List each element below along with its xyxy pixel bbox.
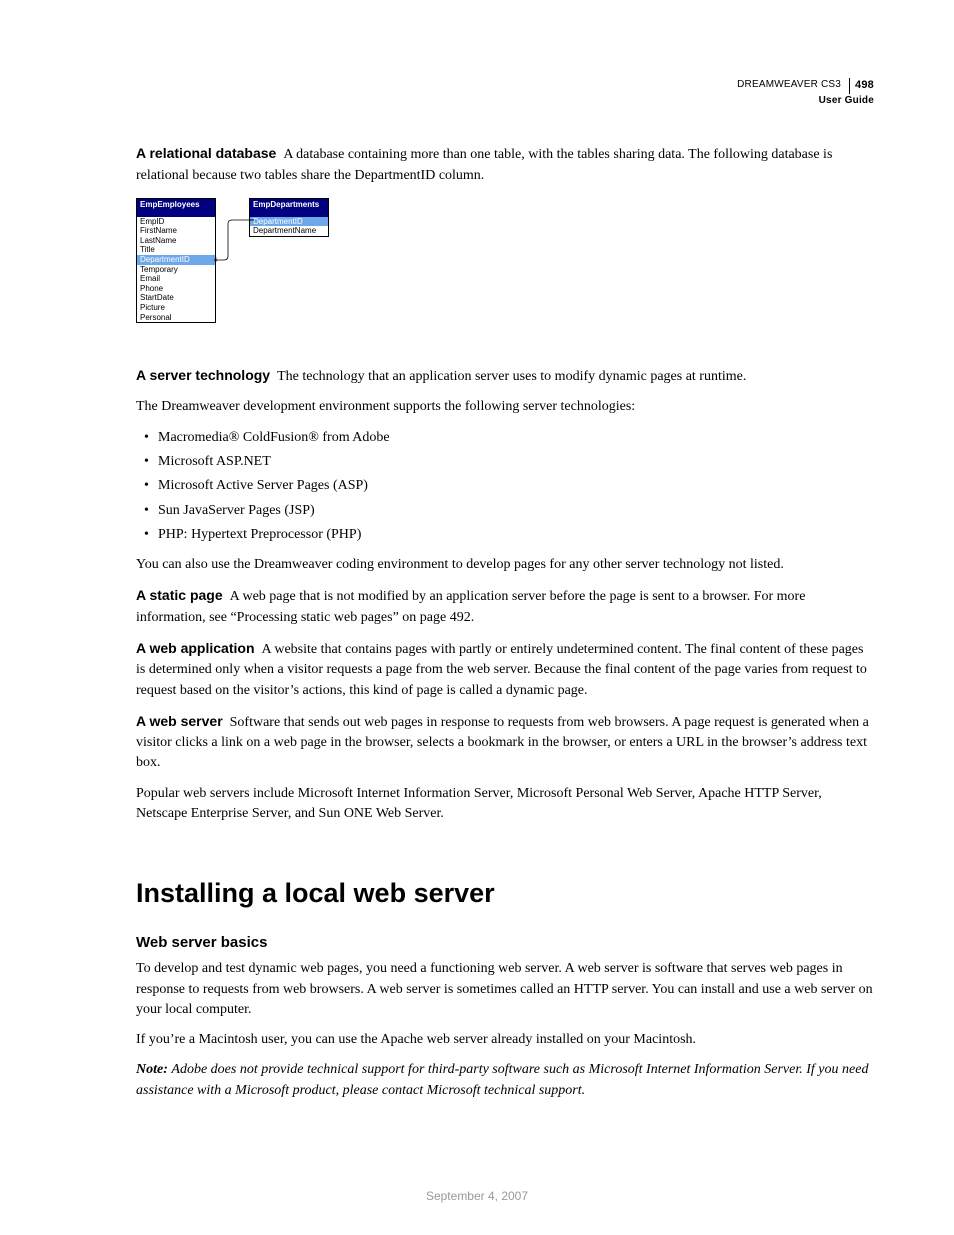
note-label: Note: — [136, 1062, 168, 1077]
web-server-followup: Popular web servers include Microsoft In… — [136, 784, 874, 825]
note-paragraph: Note: Adobe does not provide technical s… — [136, 1060, 874, 1101]
table-fields: DepartmentIDDepartmentName — [250, 217, 328, 236]
server-tech-intro: The Dreamweaver development environment … — [136, 397, 874, 417]
table-field: EmpID — [137, 217, 215, 227]
header-subtitle: User Guide — [136, 94, 874, 109]
table-field: DepartmentID — [137, 255, 215, 265]
header-product: DREAMWEAVER CS3 — [737, 79, 841, 90]
def-web-application: A web application A website that contain… — [136, 638, 874, 701]
basics-paragraph-2: If you’re a Macintosh user, you can use … — [136, 1030, 874, 1050]
def-relational-database: A relational database A database contain… — [136, 143, 874, 186]
table-field: LastName — [137, 236, 215, 246]
table-fields: EmpIDFirstNameLastNameTitleDepartmentIDT… — [137, 217, 215, 323]
list-item: Macromedia® ColdFusion® from Adobe — [136, 428, 874, 448]
basics-paragraph-1: To develop and test dynamic web pages, y… — [136, 959, 874, 1020]
table-field: Email — [137, 274, 215, 284]
list-item: Sun JavaServer Pages (JSP) — [136, 501, 874, 521]
list-item: Microsoft Active Server Pages (ASP) — [136, 476, 874, 496]
table-title: EmpEmployees — [137, 199, 215, 211]
list-item: PHP: Hypertext Preprocessor (PHP) — [136, 525, 874, 545]
term: A static page — [136, 587, 223, 603]
term: A web application — [136, 640, 255, 656]
def-text: The technology that an application serve… — [277, 369, 746, 384]
table-field: StartDate — [137, 293, 215, 303]
def-text: A web page that is not modified by an ap… — [136, 589, 805, 624]
table-field: Personal — [137, 313, 215, 323]
def-static-page: A static page A web page that is not mod… — [136, 585, 874, 628]
table-title: EmpDepartments — [250, 199, 328, 211]
table-field: Picture — [137, 303, 215, 313]
footer-date: September 4, 2007 — [0, 1188, 954, 1205]
term: A web server — [136, 713, 223, 729]
note-text: Adobe does not provide technical support… — [136, 1062, 868, 1097]
table-field: DepartmentName — [250, 226, 328, 236]
relational-db-diagram: EmpEmployees EmpIDFirstNameLastNameTitle… — [136, 198, 336, 343]
table-field: DepartmentID — [250, 217, 328, 227]
relation-line-icon — [214, 214, 254, 262]
page-header: DREAMWEAVER CS3 498 User Guide — [136, 78, 874, 108]
def-server-technology: A server technology The technology that … — [136, 365, 874, 387]
table-field: Title — [137, 245, 215, 255]
server-tech-list: Macromedia® ColdFusion® from Adobe Micros… — [136, 428, 874, 545]
table-emp-departments: EmpDepartments DepartmentIDDepartmentNam… — [249, 198, 329, 237]
def-web-server: A web server Software that sends out web… — [136, 711, 874, 774]
section-heading: Installing a local web server — [136, 874, 874, 913]
term: A relational database — [136, 145, 276, 161]
term: A server technology — [136, 367, 270, 383]
list-item: Microsoft ASP.NET — [136, 452, 874, 472]
table-field: Temporary — [137, 265, 215, 275]
server-tech-followup: You can also use the Dreamweaver coding … — [136, 555, 874, 575]
table-emp-employees: EmpEmployees EmpIDFirstNameLastNameTitle… — [136, 198, 216, 323]
def-text: Software that sends out web pages in res… — [136, 715, 869, 771]
table-field: Phone — [137, 284, 215, 294]
page-number: 498 — [849, 78, 874, 94]
table-field: FirstName — [137, 226, 215, 236]
sub-heading: Web server basics — [136, 932, 874, 954]
